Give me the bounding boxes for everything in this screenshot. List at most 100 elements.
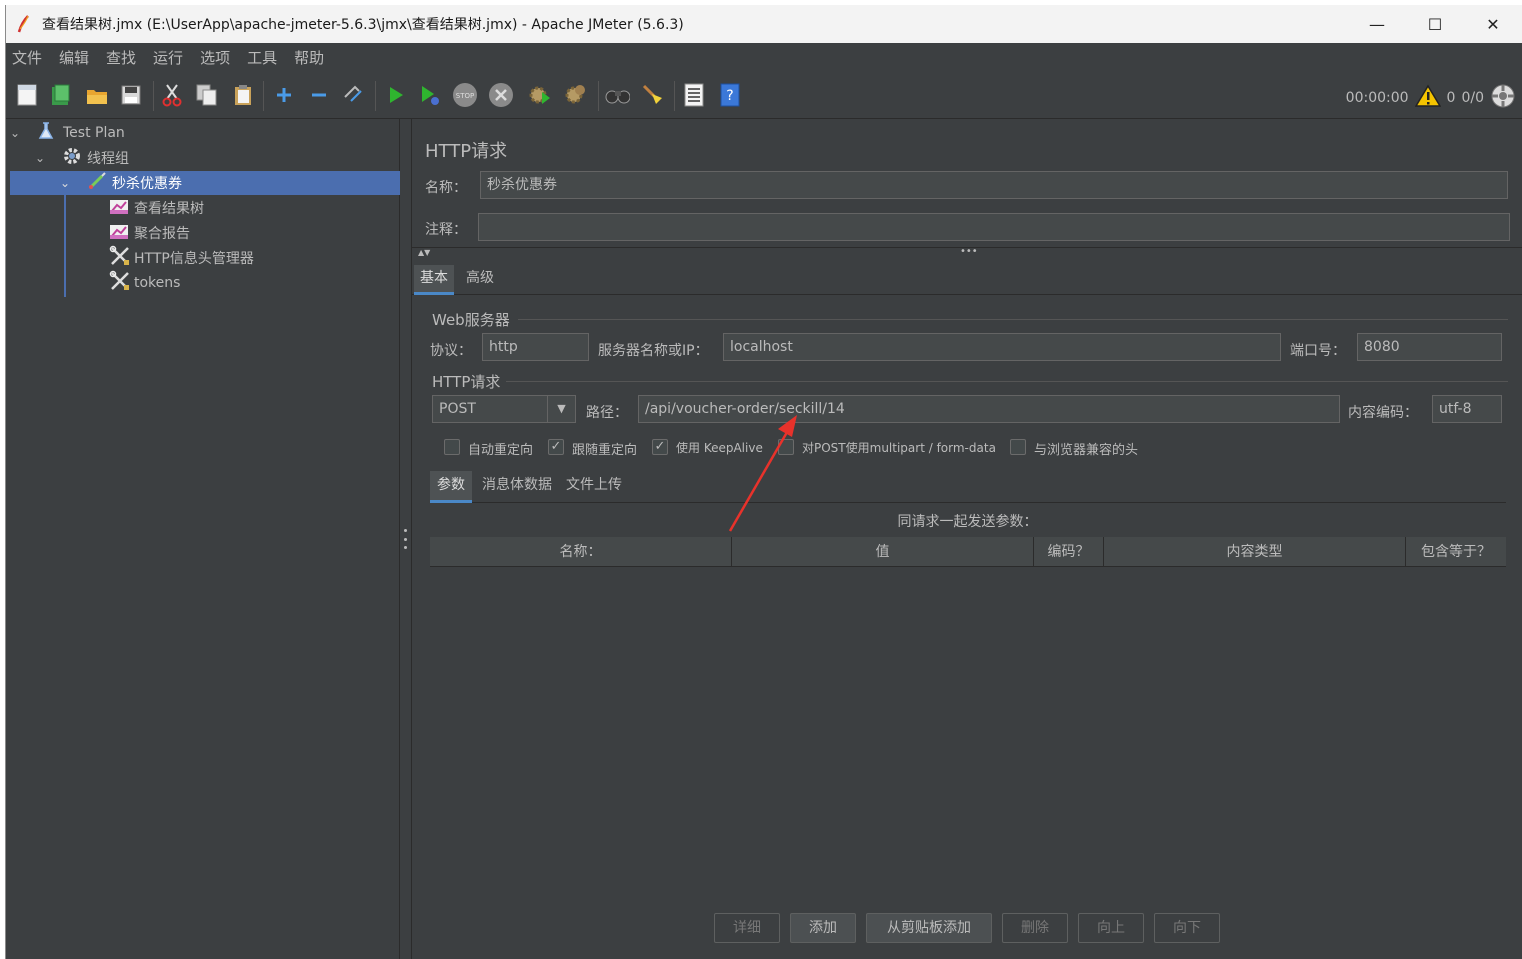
tree-node-test-plan[interactable]: ⌄ Test Plan [10,121,400,145]
function-helper-icon[interactable] [681,82,707,108]
body-tab-strip: 参数 消息体数据 文件上传 [430,469,1506,503]
keepalive-checkbox[interactable]: ✓ [652,439,668,455]
svg-text:STOP: STOP [456,92,474,100]
delete-button[interactable]: 删除 [1002,913,1068,943]
protocol-field[interactable]: http [482,333,589,361]
tree-node-thread-group[interactable]: ⌄ 线程组 [10,146,400,170]
tab-file-upload[interactable]: 文件上传 [562,471,626,503]
menu-search[interactable]: 查找 [106,47,136,68]
new-icon[interactable] [14,82,40,108]
collapse-arrows-icon[interactable]: ▲▼ [418,248,430,257]
tab-parameters[interactable]: 参数 [430,471,472,503]
warning-icon[interactable] [1414,84,1441,112]
remote-engines-icon[interactable] [1490,83,1516,113]
tab-basic[interactable]: 基本 [414,265,454,295]
checkbox-label: 对POST使用multipart / form-data [802,441,996,455]
tree-label: 聚合报告 [134,226,190,242]
comment-field[interactable] [478,213,1510,241]
chevron-down-icon[interactable]: ⌄ [60,176,78,190]
move-down-button[interactable]: 向下 [1154,913,1220,943]
binoculars-icon[interactable] [604,82,630,108]
tree-node-seckill-sampler[interactable]: ⌄ 秒杀优惠券 [10,171,400,195]
expand-all-icon[interactable] [271,82,297,108]
add-from-clipboard-button[interactable]: 从剪贴板添加 [866,913,992,943]
name-field[interactable]: 秒杀优惠券 [480,171,1508,199]
method-select[interactable]: POST ▼ [432,395,576,423]
path-label: 路径： [586,405,628,421]
annotation-arrow [728,415,797,532]
comment-label: 注释： [425,222,467,238]
clear-broom-icon[interactable] [640,82,666,108]
paste-icon[interactable] [230,82,256,108]
column-header-encode[interactable]: 编码？ [1034,537,1104,567]
listener-chart-icon [109,222,131,244]
maximize-button[interactable]: ☐ [1406,5,1464,43]
gear-icon [62,146,84,170]
tree-label: 秒杀优惠券 [112,176,182,192]
column-header-value[interactable]: 值 [732,537,1034,567]
add-button[interactable]: 添加 [790,913,856,943]
menu-tools[interactable]: 工具 [247,47,277,68]
stop-icon[interactable]: STOP [452,82,478,108]
tree-node-aggregate-report[interactable]: 聚合报告 [10,221,400,245]
split-pane-divider[interactable] [400,119,412,959]
menu-bar: 文件 编辑 查找 运行 选项 工具 帮助 [6,43,1522,71]
close-button[interactable]: ✕ [1464,5,1522,43]
auto-redirect-checkbox[interactable] [444,439,460,455]
params-caption: 同请求一起发送参数： [897,514,1038,530]
port-field[interactable]: 8080 [1357,333,1502,361]
column-header-name[interactable]: 名称： [430,537,732,567]
server-field[interactable]: localhost [723,333,1281,361]
collapse-all-icon[interactable] [306,82,332,108]
open-icon[interactable] [84,82,110,108]
cut-icon[interactable] [159,82,185,108]
tree-label: HTTP信息头管理器 [134,251,254,267]
params-table-body[interactable] [430,567,1506,897]
menu-run[interactable]: 运行 [153,47,183,68]
web-server-heading: Web服务器 [432,311,510,329]
column-header-content-type[interactable]: 内容类型 [1104,537,1406,567]
detail-button[interactable]: 详细 [714,913,780,943]
remote-stop-icon[interactable] [562,82,588,108]
run-status: 00:00:00 0 0/0 [1346,83,1516,113]
checkbox-label: 自动重定向 [468,443,534,458]
checkbox-label: 与浏览器兼容的头 [1034,443,1139,458]
encoding-field[interactable]: utf-8 [1432,395,1502,423]
chevron-down-icon[interactable]: ▼ [547,396,575,422]
tree-node-tokens[interactable]: tokens [10,270,400,295]
tree-label: 查看结果树 [134,201,204,217]
tab-advanced[interactable]: 高级 [460,265,500,295]
shutdown-icon[interactable] [488,82,514,108]
tab-body-data[interactable]: 消息体数据 [478,471,556,503]
method-value: POST [439,401,476,417]
listener-chart-icon [109,197,131,219]
tree-node-header-manager[interactable]: HTTP信息头管理器 [10,245,400,271]
templates-icon[interactable] [48,82,74,108]
chevron-down-icon[interactable]: ⌄ [10,126,28,140]
config-tools-icon [109,245,131,271]
menu-file[interactable]: 文件 [12,47,42,68]
minimize-button[interactable]: — [1348,5,1406,43]
tree-node-view-results-tree[interactable]: 查看结果树 [10,196,400,220]
help-icon[interactable]: ? [717,82,743,108]
remote-start-icon[interactable] [526,82,552,108]
start-icon[interactable] [383,82,409,108]
menu-edit[interactable]: 编辑 [59,47,89,68]
copy-icon[interactable] [194,82,220,108]
save-icon[interactable] [118,82,144,108]
browser-compatible-checkbox[interactable] [1010,439,1026,455]
follow-redirects-checkbox[interactable]: ✓ [548,439,564,455]
column-header-include-equals[interactable]: 包含等于？ [1406,537,1506,567]
protocol-label: 协议： [430,343,472,359]
drag-handle-icon[interactable] [403,529,407,549]
collapse-toggle[interactable]: ▲▼ ••• [412,246,1522,257]
start-no-pauses-icon[interactable] [417,82,443,108]
move-up-button[interactable]: 向上 [1078,913,1144,943]
test-plan-icon [38,122,60,144]
chevron-down-icon[interactable]: ⌄ [35,151,53,165]
window-title: 查看结果树.jmx (E:\UserApp\apache-jmeter-5.6.… [42,17,684,33]
menu-help[interactable]: 帮助 [294,47,324,68]
menu-options[interactable]: 选项 [200,47,230,68]
splitter-dots-icon[interactable]: ••• [960,246,978,257]
toggle-icon[interactable] [341,82,367,108]
